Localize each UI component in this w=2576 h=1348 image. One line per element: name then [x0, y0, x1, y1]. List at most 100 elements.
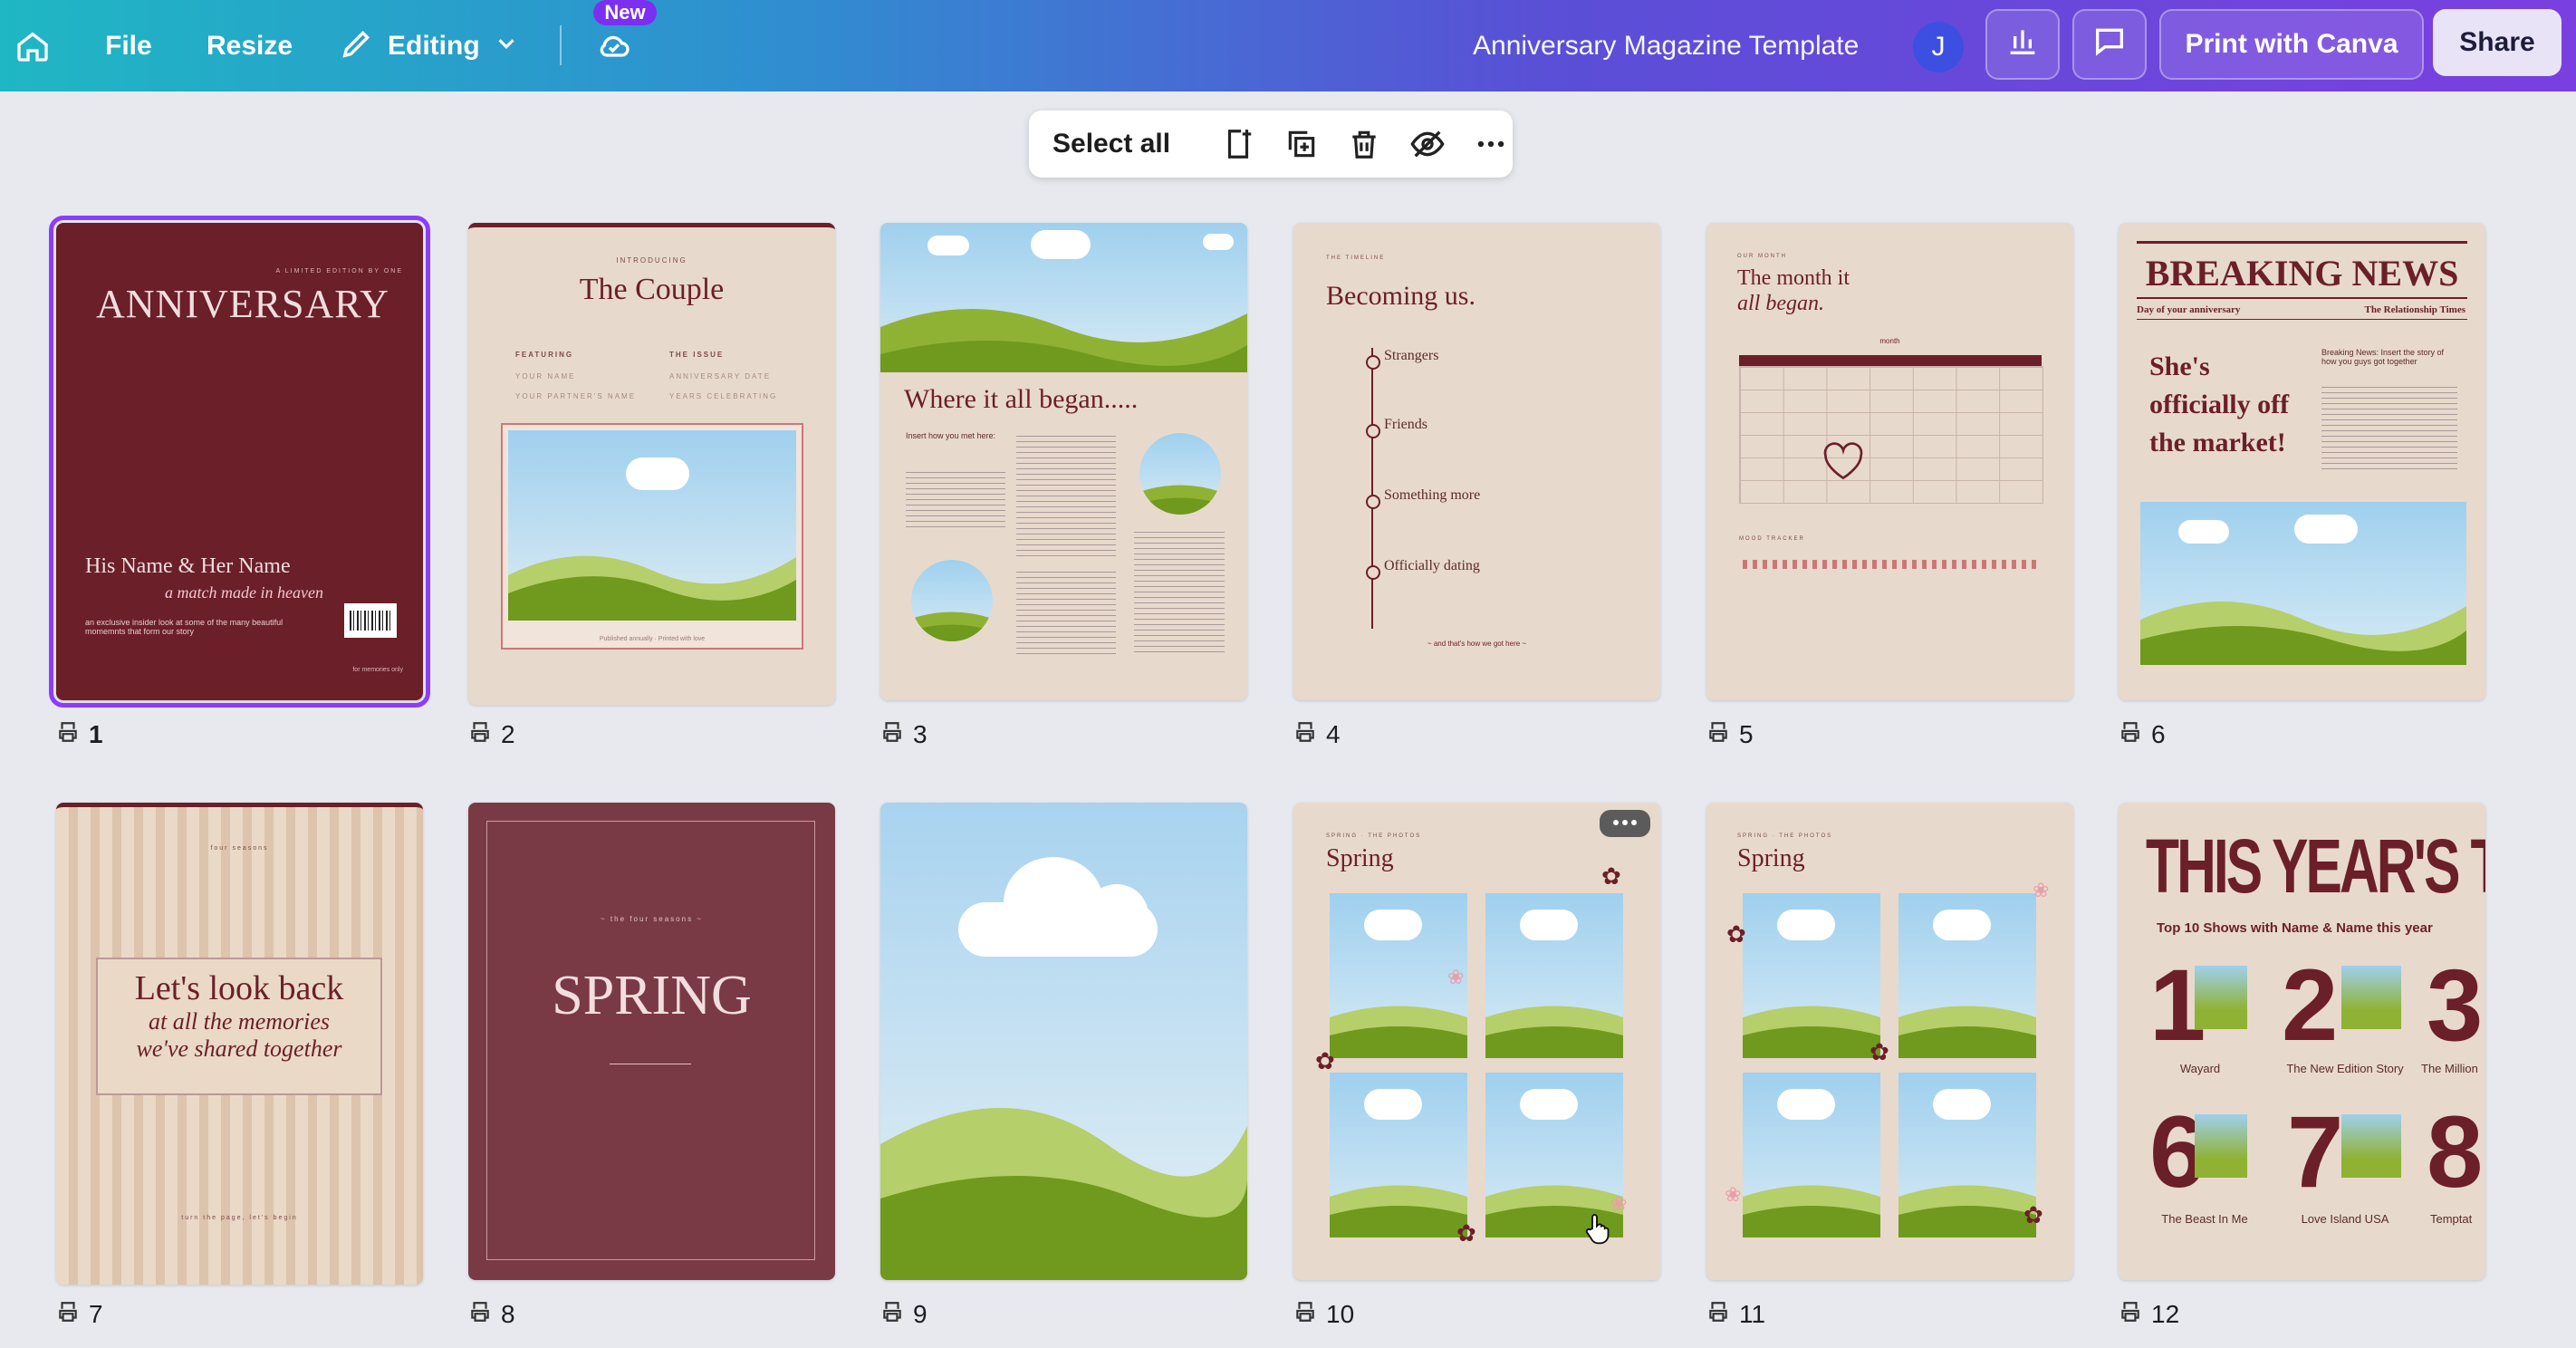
barcode — [344, 603, 397, 638]
share-button[interactable]: Share — [2433, 9, 2562, 76]
page-number-8: 8 — [468, 1300, 515, 1330]
page-number-7: 7 — [56, 1300, 103, 1328]
comments-button[interactable] — [2072, 9, 2147, 80]
p6-headline-1: She's — [2149, 351, 2210, 381]
printer-icon — [1293, 1300, 1317, 1330]
p12-caption-1: Wayard — [2179, 1062, 2221, 1075]
more-options-icon[interactable] — [1469, 121, 1513, 167]
p5-calendar-grid — [1739, 366, 2043, 504]
p5-kicker: OUR MONTH — [1737, 254, 1787, 259]
editing-mode-button[interactable]: Editing — [339, 0, 520, 91]
p8-frame — [486, 821, 815, 1260]
printer-icon — [56, 720, 80, 750]
avatar[interactable]: J — [1913, 22, 1964, 72]
printer-icon — [1706, 720, 1730, 750]
printer-icon — [880, 720, 904, 750]
p3-text-block-4 — [1134, 527, 1225, 654]
p4-dot-4 — [1366, 565, 1380, 580]
select-all-button[interactable]: Select all — [1053, 129, 1200, 159]
page-thumbnail-6[interactable]: BREAKING NEWS Day of your anniversary Th… — [2119, 223, 2485, 700]
p12-caption-2: The New Edition Story — [2286, 1062, 2404, 1075]
page-thumbnail-5[interactable]: OUR MONTH The month it all began. month … — [1706, 223, 2073, 700]
page-thumbnail-3[interactable]: Where it all began..... Insert how you m… — [880, 223, 1247, 700]
page-number-12: 12 — [2119, 1300, 2179, 1330]
p5-title-1: The month it — [1737, 266, 1850, 290]
p2-intro: INTRODUCING — [616, 256, 687, 265]
printer-icon — [1706, 1300, 1730, 1330]
page-number-4: 4 — [1293, 720, 1341, 748]
p2-landscape — [508, 430, 796, 621]
comment-icon — [2091, 23, 2128, 66]
p12-num-7: 7 — [2287, 1095, 2344, 1208]
page-number-9: 9 — [880, 1300, 928, 1328]
p2-partner-name: YOUR PARTNER'S NAME — [515, 392, 637, 400]
p11-photo-1 — [1743, 893, 1880, 1058]
flower-icon: ❀ — [1610, 1192, 1628, 1215]
add-page-icon[interactable] — [1216, 121, 1260, 167]
top-toolbar: File Resize Editing New Anniversary Maga… — [0, 0, 2576, 91]
document-title[interactable]: Anniversary Magazine Template — [1473, 0, 1859, 91]
editing-label: Editing — [388, 30, 480, 61]
p2-caption: Published annually · Printed with love — [599, 636, 706, 642]
p5-calendar-header — [1739, 355, 2042, 366]
page-thumbnail-2[interactable]: INTRODUCING The Couple FEATURING THE ISS… — [468, 223, 835, 705]
chevron-down-icon — [493, 30, 520, 62]
hide-eye-icon[interactable] — [1406, 121, 1449, 167]
hand-cursor-icon — [1583, 1212, 1610, 1249]
p7-line-3: we've shared together — [136, 1035, 342, 1062]
p2-title: The Couple — [579, 273, 725, 306]
page-number-label: 1 — [89, 720, 103, 748]
p6-right: The Relationship Times — [2364, 304, 2465, 315]
insights-button[interactable] — [1985, 9, 2060, 80]
print-with-canva-button[interactable]: Print with Canva — [2159, 9, 2424, 80]
flower-icon: ✿ — [1870, 1038, 1889, 1065]
p12-num-3: 3 — [2427, 948, 2484, 1062]
flower-icon: ❀ — [1725, 1183, 1742, 1206]
page-number-11: 11 — [1706, 1300, 1765, 1330]
page-more-options-button[interactable] — [1600, 810, 1650, 837]
page-thumbnail-8[interactable]: ~ the four seasons ~ SPRING — [468, 803, 835, 1280]
file-menu[interactable]: File — [105, 0, 152, 91]
p6-rule-mid — [2137, 297, 2467, 299]
p6-rule-low — [2137, 319, 2467, 320]
printer-icon — [2119, 720, 2142, 750]
p6-headline-2: officially off — [2149, 390, 2290, 419]
flower-icon: ✿ — [1601, 862, 1621, 890]
p11-photo-4 — [1898, 1073, 2036, 1237]
page-thumbnail-10[interactable]: SPRING · THE PHOTOS Spring ✿ ✿ ✿ ❀ ❀ — [1293, 803, 1660, 1280]
resize-menu[interactable]: Resize — [207, 0, 293, 91]
page-thumbnail-11[interactable]: SPRING · THE PHOTOS Spring ✿ ✿ ✿ ❀ ❀ — [1706, 803, 2073, 1280]
printer-icon — [468, 1300, 492, 1330]
page-number-label: 9 — [913, 1300, 928, 1328]
p12-caption-8: Temptat — [2430, 1212, 2473, 1226]
trash-icon[interactable] — [1342, 121, 1386, 167]
page-number-label: 5 — [1739, 720, 1754, 748]
p10-photo-2 — [1485, 893, 1623, 1058]
p4-dot-3 — [1366, 495, 1380, 509]
p3-circle-photo-1 — [1139, 433, 1221, 515]
p4-step-3: Something more — [1384, 487, 1481, 503]
home-icon[interactable] — [13, 0, 53, 91]
page-thumbnail-1[interactable]: A LIMITED EDITION BY ONE ANNIVERSARY His… — [49, 216, 430, 708]
p11-title: Spring — [1737, 844, 1805, 872]
p2-issue: THE ISSUE — [669, 351, 725, 359]
flower-icon: ✿ — [1726, 920, 1746, 948]
page-thumbnail-7[interactable]: four seasons Let's look back at all the … — [56, 803, 423, 1285]
printer-icon — [468, 720, 492, 750]
p4-timeline-line — [1371, 348, 1373, 629]
p1-title: ANNIVERSARY — [96, 282, 389, 326]
page-thumbnail-12[interactable]: THIS YEAR'S T Top 10 Shows with Name & N… — [2119, 803, 2485, 1280]
page-thumbnail-4[interactable]: THE TIMELINE Becoming us. Strangers Frie… — [1293, 223, 1660, 700]
p10-photo-3 — [1330, 1073, 1467, 1237]
p6-left: Day of your anniversary — [2137, 304, 2241, 315]
p10-kicker: SPRING · THE PHOTOS — [1326, 833, 1422, 839]
bar-chart-icon — [2004, 23, 2041, 66]
p3-sky — [880, 223, 1247, 372]
page-number-2: 2 — [468, 720, 515, 750]
page-thumbnail-9[interactable] — [880, 803, 1247, 1280]
p6-headline-3: the market! — [2149, 428, 2286, 457]
duplicate-icon[interactable] — [1280, 121, 1323, 167]
printer-icon — [2119, 1300, 2142, 1330]
page-number-label: 7 — [89, 1300, 103, 1328]
p3-text-block-2 — [1016, 431, 1116, 558]
